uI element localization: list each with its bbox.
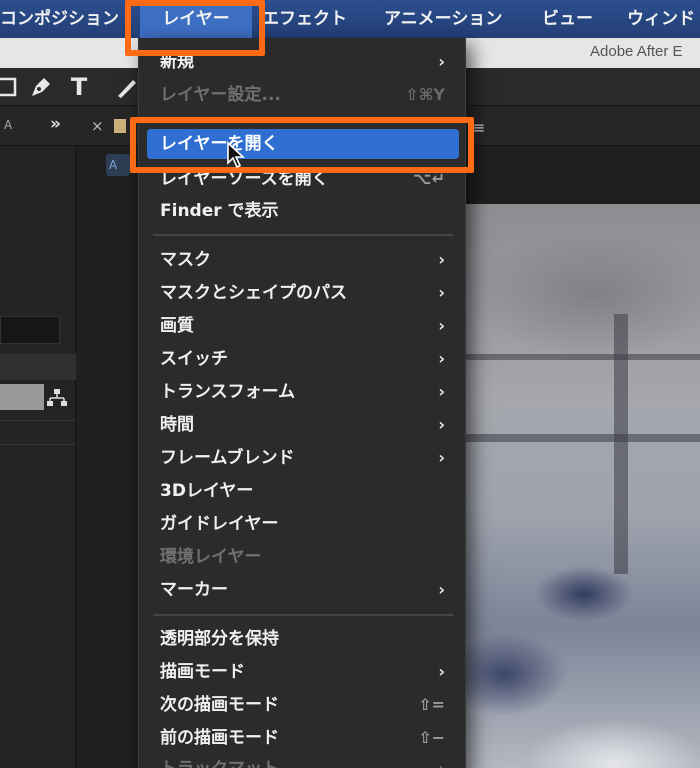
menu-item-label: 時間 — [160, 415, 194, 435]
menu-item-label: ガイドレイヤー — [160, 514, 279, 534]
row-divider — [0, 420, 76, 421]
submenu-arrow-icon: › — [438, 382, 445, 401]
menu-item-layer-settings: レイヤー設定... ⇧⌘Y — [147, 80, 459, 110]
menu-item-label: レイヤー設定... — [160, 85, 281, 105]
viewer-beam — [464, 354, 700, 360]
submenu-arrow-icon: › — [438, 580, 445, 599]
menu-item-label: スイッチ — [160, 349, 228, 369]
menu-item-reveal-in-finder[interactable]: Finder で表示 — [147, 196, 459, 226]
project-column-header — [0, 354, 76, 380]
submenu-arrow-icon: › — [438, 754, 445, 768]
menu-item-switches[interactable]: スイッチ › — [147, 344, 459, 374]
submenu-arrow-icon: › — [438, 316, 445, 335]
mouse-cursor-icon — [226, 141, 248, 169]
menu-composition[interactable]: コンポジション — [0, 0, 119, 38]
submenu-arrow-icon: › — [438, 52, 445, 71]
menu-separator — [153, 614, 453, 616]
project-tab-label[interactable]: A — [4, 118, 12, 132]
composition-viewer[interactable] — [464, 204, 700, 768]
viewer-pillar — [614, 314, 628, 574]
menu-item-label: 前の描画モード — [160, 728, 279, 748]
menu-item-environment-layer: 環境レイヤー — [147, 542, 459, 572]
menu-item-label: マーカー — [160, 580, 228, 600]
menu-item-label: フレームブレンド — [160, 448, 295, 468]
menu-item-label: トラックマット — [160, 759, 279, 768]
menu-view[interactable]: ビュー — [542, 0, 593, 38]
menu-item-prev-blending-mode[interactable]: 前の描画モード ⇧− — [147, 723, 459, 753]
menu-item-blending-mode[interactable]: 描画モード › — [147, 657, 459, 687]
submenu-arrow-icon: › — [438, 349, 445, 368]
app-title: Adobe After E — [590, 43, 683, 60]
close-tab-icon[interactable]: × — [91, 117, 104, 135]
menu-item-label: 透明部分を保持 — [160, 629, 279, 649]
menu-item-label: マスク — [160, 250, 211, 270]
menu-item-3d-layer[interactable]: 3Dレイヤー — [147, 476, 459, 506]
menu-item-shortcut: ⇧− — [418, 728, 445, 747]
submenu-arrow-icon: › — [438, 662, 445, 681]
menu-item-label: 環境レイヤー — [160, 547, 262, 567]
menu-item-mask[interactable]: マスク › — [147, 245, 459, 275]
menu-item-preserve-transparency[interactable]: 透明部分を保持 — [147, 624, 459, 654]
menu-item-shortcut: ⇧= — [418, 695, 445, 714]
annotation-box-open-layer — [130, 117, 474, 173]
project-panel-tabs: A » — [0, 106, 76, 146]
menu-item-label: 3Dレイヤー — [160, 481, 254, 501]
submenu-arrow-icon: › — [438, 415, 445, 434]
row-divider — [0, 444, 76, 445]
brush-tool-icon[interactable] — [113, 74, 139, 100]
panel-menu-icon[interactable]: ≡ — [472, 118, 485, 137]
menu-item-shortcut: ⇧⌘Y — [405, 85, 445, 104]
rectangle-tool-icon[interactable] — [0, 74, 20, 100]
viewer-beam — [464, 434, 700, 442]
flowchart-icon[interactable] — [46, 388, 68, 408]
menu-item-time[interactable]: 時間 › — [147, 410, 459, 440]
menu-item-label: 描画モード — [160, 662, 245, 682]
menu-item-label: マスクとシェイプのパス — [160, 283, 347, 303]
menu-item-label: トランスフォーム — [160, 382, 296, 402]
submenu-arrow-icon: › — [438, 448, 445, 467]
menu-item-next-blending-mode[interactable]: 次の描画モード ⇧= — [147, 690, 459, 720]
menu-animation[interactable]: アニメーション — [384, 0, 502, 38]
menu-item-label: 画質 — [160, 316, 194, 336]
composition-tab-icon[interactable] — [114, 119, 126, 133]
selected-project-item[interactable] — [0, 384, 44, 410]
menu-item-guide-layer[interactable]: ガイドレイヤー — [147, 509, 459, 539]
submenu-arrow-icon: › — [438, 283, 445, 302]
expand-panels-icon[interactable]: » — [50, 114, 61, 134]
menu-item-label: 次の描画モード — [160, 695, 279, 715]
project-search-input[interactable] — [0, 316, 60, 344]
menu-item-transform[interactable]: トランスフォーム › — [147, 377, 459, 407]
composition-sub-tab[interactable]: A — [106, 154, 130, 176]
menu-window[interactable]: ウィンド — [627, 0, 695, 38]
menu-bar: コンポジション レイヤー エフェクト アニメーション ビュー ウィンド — [0, 0, 700, 38]
project-panel: A » — [0, 106, 76, 768]
pen-tool-icon[interactable] — [28, 74, 54, 100]
menu-item-frame-blending[interactable]: フレームブレンド › — [147, 443, 459, 473]
text-tool-icon[interactable]: T — [66, 74, 92, 100]
menu-item-markers[interactable]: マーカー › — [147, 575, 459, 605]
menu-separator — [153, 234, 453, 236]
annotation-box-layer-menu — [125, 0, 265, 56]
menu-item-quality[interactable]: 画質 › — [147, 311, 459, 341]
submenu-arrow-icon: › — [438, 250, 445, 269]
menu-item-label: Finder で表示 — [160, 201, 279, 221]
menu-item-track-matte[interactable]: トラックマット › — [147, 754, 459, 768]
menu-item-mask-shape-path[interactable]: マスクとシェイプのパス › — [147, 278, 459, 308]
menu-effect[interactable]: エフェクト — [262, 0, 347, 38]
